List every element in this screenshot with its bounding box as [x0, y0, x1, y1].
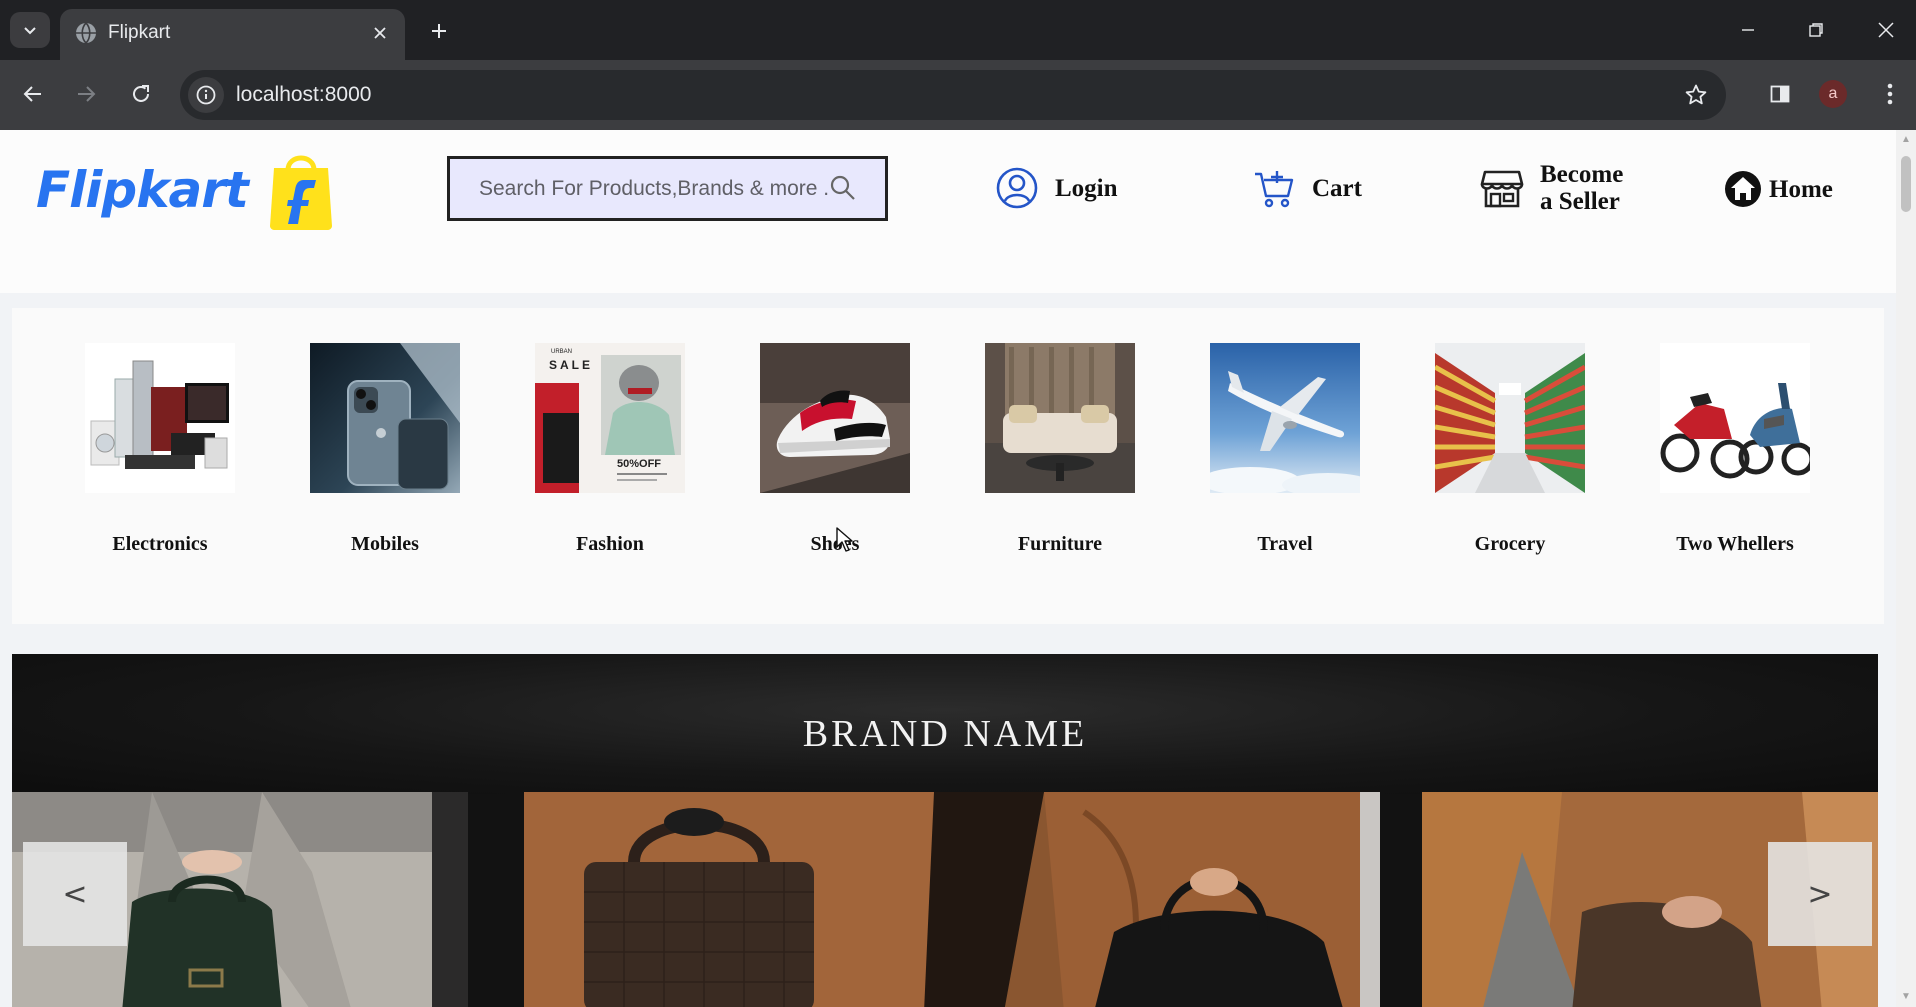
tab-search-button[interactable]	[10, 12, 50, 48]
carousel-next-button[interactable]: >	[1768, 842, 1872, 946]
home-label: Home	[1769, 175, 1833, 203]
seller-label-line2: a Seller	[1540, 188, 1620, 215]
close-icon	[374, 27, 386, 39]
category-label: Fashion	[576, 533, 644, 555]
scroll-up-icon[interactable]: ▲	[1900, 134, 1912, 146]
category-image-fashion: URBAN SALE 50%OFF	[535, 343, 685, 493]
plus-icon	[432, 24, 446, 38]
brand-title: BRAND NAME	[802, 713, 1088, 755]
address-bar[interactable]: localhost:8000	[180, 70, 1726, 120]
category-image-mobiles	[310, 343, 460, 493]
seller-label: Become a Seller	[1540, 161, 1623, 215]
category-two-wheelers[interactable]: Two Whellers	[1659, 343, 1811, 556]
mouse-cursor-icon	[836, 527, 853, 552]
avatar: a	[1819, 80, 1847, 108]
category-image-two-wheelers	[1660, 343, 1810, 493]
close-window-button[interactable]	[1862, 12, 1910, 48]
page-scrollbar[interactable]: ▲ ▼	[1896, 130, 1916, 1007]
category-label: Shoes	[810, 533, 860, 555]
page-viewport: Flipkart Login Cart Become a Seller	[0, 130, 1896, 1007]
chevron-down-icon	[24, 27, 36, 35]
search-box	[447, 156, 888, 221]
login-link[interactable]: Login	[995, 166, 1118, 210]
site-info-button[interactable]	[188, 77, 224, 113]
search-input[interactable]	[450, 159, 830, 218]
category-image-grocery	[1435, 343, 1585, 493]
category-label: Grocery	[1474, 533, 1546, 555]
browser-toolbar: localhost:8000 a	[0, 60, 1916, 130]
side-panel-icon	[1770, 85, 1790, 103]
login-label: Login	[1055, 174, 1118, 202]
category-furniture[interactable]: Furniture	[984, 343, 1136, 556]
back-button[interactable]	[13, 74, 53, 114]
carousel-slide-image-2	[524, 792, 1380, 1007]
brand-carousel-banner: BRAND NAME < >	[12, 654, 1878, 1007]
bookmark-button[interactable]	[1678, 77, 1714, 113]
home-link[interactable]: Home	[1724, 170, 1833, 208]
category-label: Furniture	[1017, 533, 1103, 555]
user-circle-icon	[996, 167, 1038, 209]
profile-button[interactable]: a	[1813, 74, 1853, 114]
more-vertical-icon	[1887, 83, 1893, 105]
fashion-image-text-3: 50%OFF	[617, 458, 661, 470]
close-icon	[1878, 22, 1894, 38]
site-header: Flipkart Login Cart Become a Seller	[0, 130, 1896, 293]
category-electronics[interactable]: Electronics	[84, 343, 236, 556]
close-tab-button[interactable]	[367, 20, 393, 46]
search-icon[interactable]	[829, 174, 857, 202]
logo-text: Flipkart	[36, 161, 249, 219]
category-label: Mobiles	[351, 533, 419, 555]
restore-button[interactable]	[1792, 12, 1840, 48]
browser-tab-strip: Flipkart	[0, 0, 1916, 60]
home-icon	[1725, 171, 1761, 207]
category-image-electronics	[85, 343, 235, 493]
globe-icon	[76, 22, 96, 44]
carousel-prev-button[interactable]: <	[23, 842, 127, 946]
arrow-left-icon	[23, 86, 41, 102]
cart-link[interactable]: Cart	[1252, 166, 1362, 210]
forward-button[interactable]	[66, 74, 106, 114]
category-shoes[interactable]: Shoes	[759, 343, 911, 556]
fashion-image-text-1: URBAN	[551, 349, 572, 355]
store-icon	[1480, 170, 1524, 208]
category-strip: Electronics Mobiles URBAN SALE 50%OFF Fa…	[12, 308, 1884, 624]
category-image-shoes	[760, 343, 910, 493]
category-mobiles[interactable]: Mobiles	[309, 343, 461, 556]
seller-label-line1: Become	[1540, 161, 1624, 188]
reload-button[interactable]	[121, 74, 161, 114]
flipkart-logo[interactable]: Flipkart	[36, 148, 334, 232]
new-tab-button[interactable]	[422, 14, 456, 48]
cart-icon	[1255, 171, 1294, 208]
scroll-down-icon[interactable]: ▼	[1900, 991, 1912, 1003]
minimize-button[interactable]	[1724, 12, 1772, 48]
category-label: Electronics	[112, 533, 208, 555]
become-seller-link[interactable]: Become a Seller	[1480, 161, 1623, 215]
category-image-furniture	[985, 343, 1135, 493]
cart-label: Cart	[1312, 174, 1362, 202]
browser-tab-active[interactable]: Flipkart	[60, 9, 405, 60]
side-panel-button[interactable]	[1760, 74, 1800, 114]
category-image-travel	[1210, 343, 1360, 493]
reload-icon	[133, 85, 149, 102]
arrow-right-icon	[78, 86, 96, 102]
restore-icon	[1809, 23, 1823, 37]
category-grocery[interactable]: Grocery	[1434, 343, 1586, 556]
category-label: Travel	[1257, 533, 1313, 555]
fashion-image-text-2: SALE	[549, 358, 593, 372]
browser-menu-button[interactable]	[1870, 74, 1910, 114]
category-fashion[interactable]: URBAN SALE 50%OFF Fashion	[534, 343, 686, 556]
scrollbar-thumb[interactable]	[1901, 156, 1911, 212]
url-text[interactable]: localhost:8000	[236, 83, 371, 107]
category-travel[interactable]: Travel	[1209, 343, 1361, 556]
tab-title: Flipkart	[108, 22, 171, 43]
info-icon	[196, 85, 216, 105]
star-icon	[1685, 84, 1707, 105]
shopping-bag-logo-icon	[269, 155, 332, 230]
category-label: Two Whellers	[1676, 533, 1794, 555]
minimize-icon	[1742, 29, 1754, 31]
